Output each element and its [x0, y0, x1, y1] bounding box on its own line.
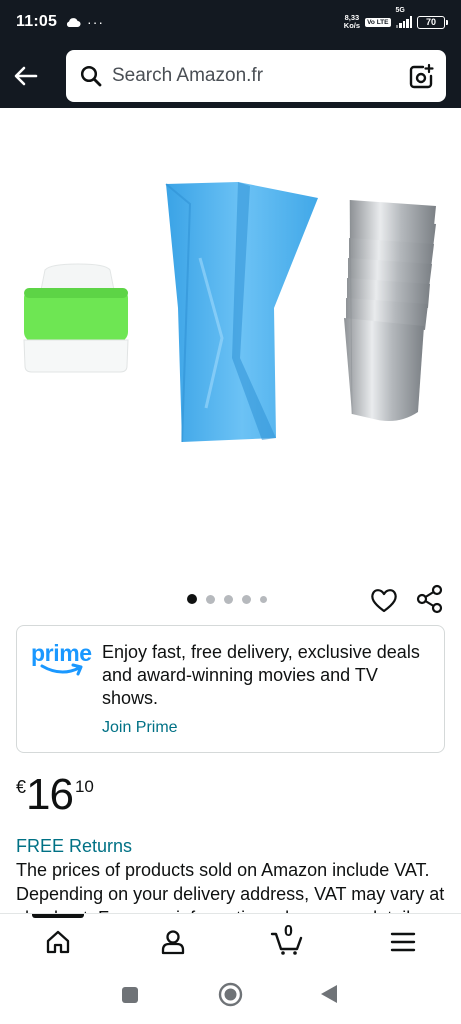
network-type: 5G [395, 7, 405, 14]
battery-level: 70 [425, 17, 436, 27]
battery-icon: 70 [417, 15, 448, 29]
search-icon[interactable] [80, 65, 102, 87]
vat-info-text: The prices of products sold on Amazon in… [16, 860, 445, 913]
nav-active-indicator [32, 914, 84, 918]
square-icon [122, 987, 138, 1003]
status-right: 8,33 Ko/s Vo LTE 5G 70 [344, 7, 448, 30]
back-button[interactable] [0, 50, 52, 102]
search-input[interactable] [112, 56, 408, 96]
carousel-dot[interactable] [242, 594, 251, 604]
nav-home[interactable] [38, 926, 78, 958]
search-box[interactable] [66, 50, 446, 102]
status-time: 11:05 [16, 13, 58, 30]
prime-smile-icon [40, 663, 83, 676]
recents-button[interactable] [121, 986, 139, 1009]
home-icon [46, 930, 70, 954]
join-prime-link[interactable]: Join Prime [102, 719, 178, 737]
nav-cart[interactable]: 0 [267, 923, 307, 958]
menu-icon [390, 932, 416, 952]
net-speed: 8,33 Ko/s [344, 14, 360, 30]
arrow-left-icon [14, 66, 38, 86]
prime-message: Enjoy fast, free delivery, exclusive dea… [102, 642, 420, 708]
wishlist-button[interactable] [369, 585, 399, 615]
account-icon [161, 930, 185, 955]
free-returns-link[interactable]: FREE Returns [16, 836, 132, 857]
system-nav-bar [0, 969, 461, 1024]
volte-badge: Vo LTE [365, 17, 391, 27]
nav-menu[interactable] [383, 926, 423, 958]
heart-icon [371, 589, 397, 613]
prime-logo: prime [31, 640, 93, 682]
product-price: € 16 10 [16, 770, 94, 820]
cart-count: 0 [284, 923, 293, 940]
product-image[interactable] [0, 108, 461, 580]
circle-icon [218, 982, 243, 1007]
nozzle-stack-image [344, 199, 436, 421]
carousel-dots [187, 594, 267, 604]
carousel-dot[interactable] [260, 595, 267, 603]
carousel-dot[interactable] [187, 594, 197, 604]
price-whole: 16 [26, 770, 74, 819]
search-header [0, 44, 461, 108]
net-speed-unit: Ko/s [343, 21, 361, 30]
cloud-icon [65, 17, 81, 28]
price-currency: € [16, 777, 27, 797]
prime-card[interactable]: prime Enjoy fast, free delivery, exclusi… [16, 625, 445, 753]
signal-icon: 5G [395, 7, 412, 28]
home-button[interactable] [218, 982, 243, 1012]
camera-search-icon[interactable] [408, 63, 434, 89]
coupler-image [23, 263, 129, 373]
carousel-dot[interactable] [206, 594, 215, 604]
piping-bag-image [165, 182, 318, 443]
share-button[interactable] [415, 584, 445, 614]
carousel-dot[interactable] [224, 594, 233, 604]
nav-account[interactable] [153, 926, 193, 958]
price-fraction: 10 [74, 777, 94, 796]
back-nav-button[interactable] [320, 984, 338, 1009]
triangle-back-icon [321, 985, 337, 1003]
bottom-nav: 0 [0, 913, 461, 969]
status-bar: 11:05 ··· 8,33 Ko/s Vo LTE 5G 70 [0, 0, 461, 44]
notification-dots: ··· [87, 14, 105, 30]
share-icon [416, 584, 443, 614]
